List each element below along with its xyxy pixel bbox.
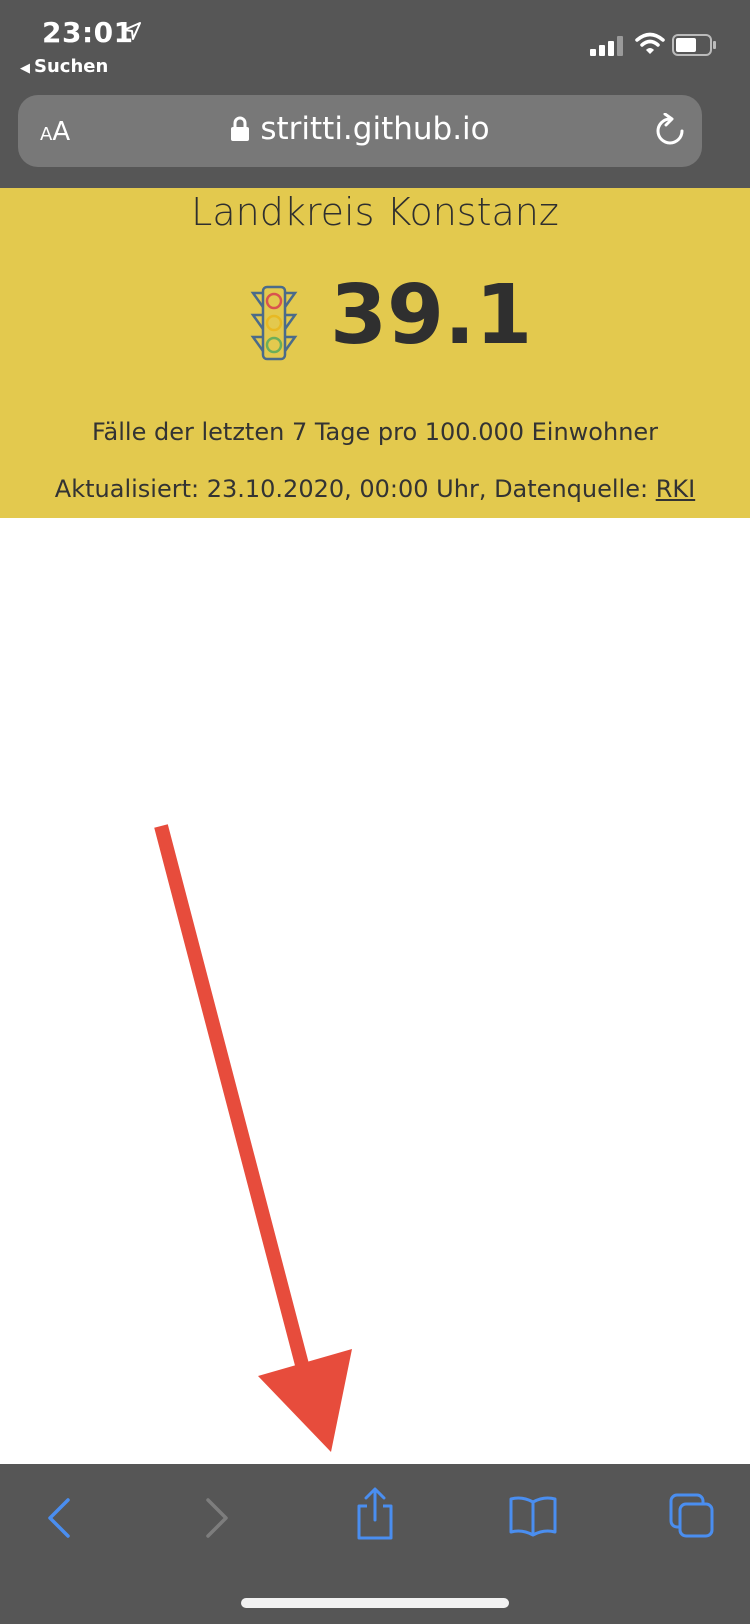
home-indicator[interactable] <box>241 1598 509 1608</box>
browser-bottom-toolbar <box>0 1464 750 1624</box>
bookmarks-icon[interactable] <box>508 1494 558 1538</box>
back-icon[interactable] <box>44 1494 74 1542</box>
share-icon[interactable] <box>353 1486 397 1542</box>
tabs-icon[interactable] <box>668 1492 716 1540</box>
forward-icon[interactable] <box>202 1494 232 1542</box>
annotation-arrow-icon <box>154 824 352 1452</box>
